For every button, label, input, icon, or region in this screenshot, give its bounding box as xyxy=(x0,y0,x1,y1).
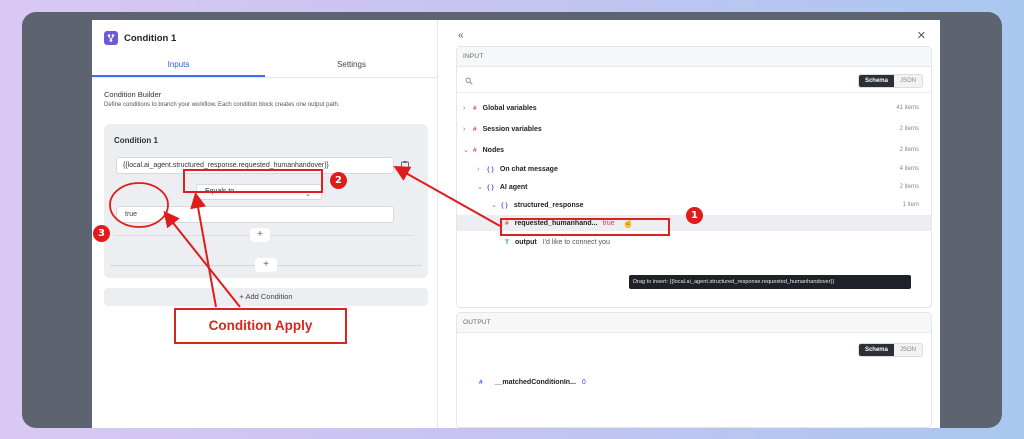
item-count: 4 items xyxy=(899,166,919,172)
tree-item-label: Nodes xyxy=(482,146,505,154)
variable-type-icon: # xyxy=(473,146,477,154)
search-icon[interactable] xyxy=(465,77,473,85)
number-type-icon: # xyxy=(479,379,483,386)
chevron-down-icon: ⌄ xyxy=(477,184,483,191)
chevron-right-icon: › xyxy=(463,125,466,133)
object-type-icon: { } xyxy=(487,165,494,173)
input-search-row: Schema JSON xyxy=(457,69,931,93)
node-title: Condition 1 xyxy=(124,32,177,44)
chevron-down-icon: ⌄ xyxy=(491,202,497,209)
object-type-icon: { } xyxy=(487,183,494,191)
schema-toggle[interactable]: Schema xyxy=(858,344,894,356)
tree-item-label: Global variables xyxy=(482,104,537,112)
add-condition-button[interactable]: + Add Condition xyxy=(104,288,428,306)
add-rule-button[interactable]: + xyxy=(250,228,270,242)
output-field-row[interactable]: # __matchedConditionIn... 0 xyxy=(479,379,586,386)
item-count: 2 items xyxy=(899,184,919,190)
string-type-icon: T xyxy=(505,238,509,246)
section-description: Define conditions to branch your workflo… xyxy=(104,102,340,108)
close-icon[interactable]: ✕ xyxy=(917,29,926,42)
clipboard-icon[interactable] xyxy=(400,160,410,172)
variable-type-icon: # xyxy=(473,125,477,133)
annotation-badge-1: 1 xyxy=(686,207,703,224)
chevron-right-icon: › xyxy=(477,165,480,173)
node-header: Condition 1 xyxy=(104,28,176,48)
item-count: 2 items xyxy=(899,126,919,132)
json-toggle[interactable]: JSON xyxy=(893,344,922,356)
branch-icon xyxy=(104,31,118,45)
output-field-label: __matchedConditionIn... xyxy=(494,379,576,386)
json-toggle[interactable]: JSON xyxy=(893,75,922,87)
tab-bar: Inputs Settings xyxy=(92,54,438,78)
item-count: 41 items xyxy=(896,105,919,111)
item-count: 1 item xyxy=(902,202,919,208)
node-config-pane: Condition 1 Inputs Settings Condition Bu… xyxy=(92,20,438,428)
tree-item-session-variables[interactable]: › # Session variables 2 items xyxy=(463,120,929,138)
tree-item-label: Session variables xyxy=(482,125,542,133)
output-section: OUTPUT Schema JSON # __matchedConditionI… xyxy=(456,312,932,428)
annotation-badge-3: 3 xyxy=(93,225,110,242)
output-header: OUTPUT xyxy=(457,313,931,333)
view-toggle: Schema JSON xyxy=(857,343,923,357)
annotation-box-operator xyxy=(183,169,323,193)
section-title: Condition Builder xyxy=(104,90,162,99)
tree-item-value: I'd like to connect you xyxy=(542,238,610,246)
schema-toggle[interactable]: Schema xyxy=(858,75,894,87)
object-type-icon: { } xyxy=(501,201,508,209)
condition-label: Condition 1 xyxy=(114,136,158,145)
chevron-down-icon: ⌄ xyxy=(463,147,469,154)
tree-item-nodes[interactable]: ⌄ # Nodes 2 items xyxy=(463,141,929,159)
tree-item-ai-agent[interactable]: ⌄ { } AI agent 2 items xyxy=(477,178,929,196)
drag-tooltip: Drag to insert: {{local.ai_agent.structu… xyxy=(629,275,911,289)
tab-inputs[interactable]: Inputs xyxy=(92,54,265,77)
input-section: INPUT Schema JSON › # Global variables 4… xyxy=(456,46,932,308)
variable-type-icon: # xyxy=(473,104,477,112)
condition-card: Condition 1 {{local.ai_agent.structured_… xyxy=(104,124,428,278)
tree-item-global-variables[interactable]: › # Global variables 41 items xyxy=(463,99,929,117)
tree-item-label: On chat message xyxy=(499,165,558,173)
item-count: 2 items xyxy=(899,147,919,153)
annotation-box-field xyxy=(500,218,670,236)
tree-item-structured-response[interactable]: ⌄ { } structured_response 1 item xyxy=(491,196,929,214)
chevron-right-icon: › xyxy=(463,104,466,112)
add-group-button[interactable]: + xyxy=(255,258,277,272)
input-header: INPUT xyxy=(457,47,931,67)
tree-item-on-chat-message[interactable]: › { } On chat message 4 items xyxy=(477,160,929,178)
view-toggle: Schema JSON xyxy=(857,74,923,88)
tab-settings[interactable]: Settings xyxy=(265,54,438,77)
annotation-badge-2: 2 xyxy=(330,172,347,189)
callout-condition-apply: Condition Apply xyxy=(174,308,347,344)
compare-value-input[interactable]: true xyxy=(116,206,394,223)
double-chevron-left-icon[interactable]: « xyxy=(458,30,464,41)
tree-item-label: AI agent xyxy=(499,183,528,191)
output-field-value: 0 xyxy=(581,379,586,386)
tree-item-label: structured_response xyxy=(513,201,584,209)
tree-item-label: output xyxy=(514,238,537,246)
